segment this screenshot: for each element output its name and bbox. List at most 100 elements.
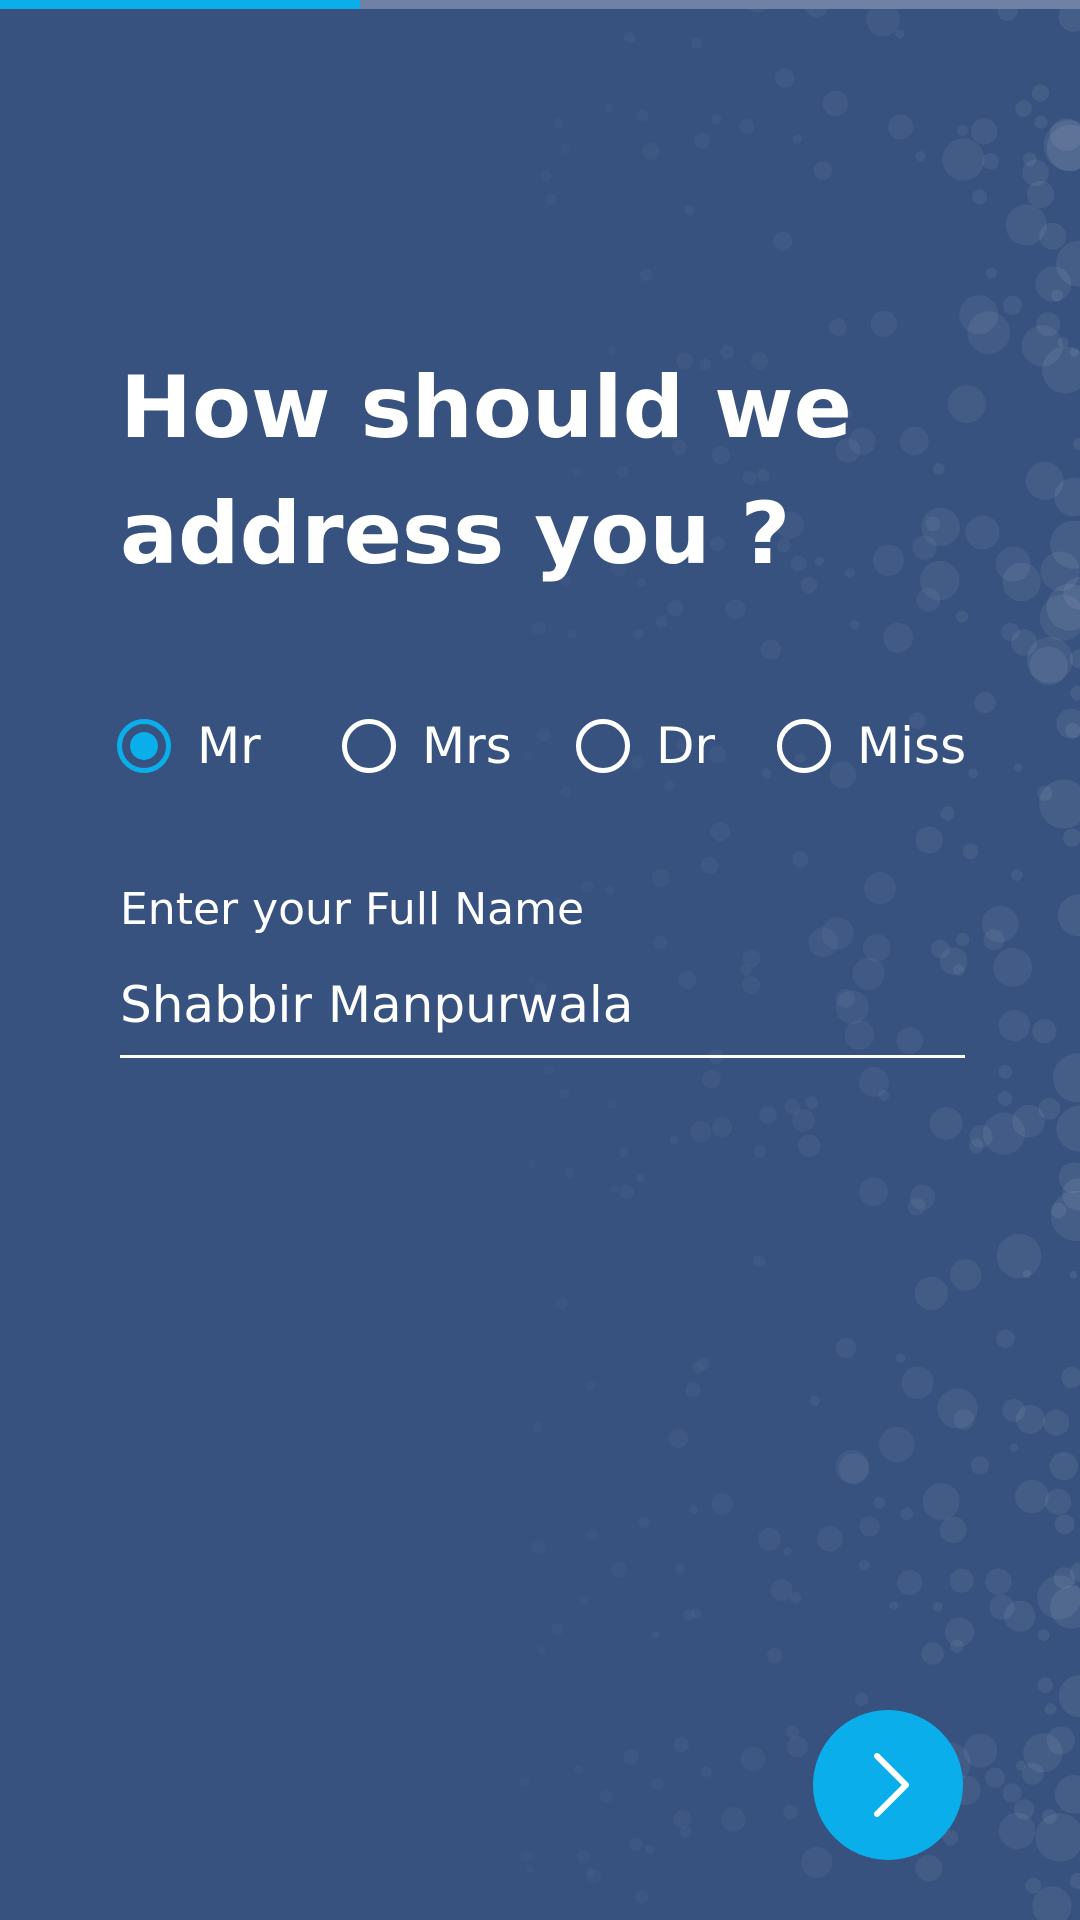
background-dot [1011, 869, 1023, 881]
background-dot [635, 1890, 648, 1903]
background-dot [520, 1850, 532, 1862]
background-dot [862, 934, 891, 962]
page-title: How should we address you ? [120, 345, 920, 597]
background-dot [998, 1812, 1036, 1850]
background-dot [985, 1568, 1012, 1595]
background-dot [519, 1777, 530, 1788]
background-dot [624, 1749, 639, 1764]
background-dot [692, 1362, 704, 1374]
background-dot [759, 1106, 777, 1124]
background-dot [932, 1601, 943, 1612]
background-dot [544, 1065, 555, 1076]
background-dot [942, 138, 985, 181]
background-dot [967, 311, 1010, 355]
background-dot [813, 161, 833, 180]
background-dot [560, 786, 571, 797]
background-dot [786, 1736, 808, 1758]
background-dot [604, 104, 613, 113]
background-dot [1037, 1677, 1053, 1693]
background-dot [1054, 1514, 1075, 1535]
background-dot [864, 872, 896, 905]
background-dot [859, 1516, 880, 1537]
background-dot [694, 133, 710, 149]
background-dot [553, 118, 563, 128]
background-dot [985, 267, 997, 279]
background-dot [760, 639, 781, 660]
background-dot [1031, 84, 1049, 102]
background-dot [805, 1096, 818, 1109]
background-dot [565, 1168, 575, 1178]
chevron-right-icon [874, 1753, 909, 1817]
background-dot [970, 1456, 990, 1475]
background-dot [586, 1529, 598, 1541]
background-dot [956, 932, 970, 947]
full-name-input[interactable] [120, 960, 965, 1058]
background-dot [939, 1516, 967, 1544]
radio-selected-dot [130, 732, 158, 760]
background-dot [559, 1089, 569, 1099]
background-dot [1002, 1783, 1022, 1803]
background-dot [909, 1184, 936, 1210]
background-dot [989, 1594, 1015, 1620]
background-dot [560, 144, 570, 154]
background-dot [949, 1568, 974, 1593]
background-dot [579, 1595, 589, 1605]
background-dot [1069, 1270, 1078, 1279]
background-dot [850, 620, 860, 630]
background-dot [1044, 1703, 1057, 1715]
radio-option-dr[interactable]: Dr [576, 716, 715, 776]
radio-label-dr: Dr [656, 717, 716, 775]
background-dot [656, 615, 668, 627]
radio-button-mr[interactable] [117, 719, 171, 773]
background-dot [533, 1422, 543, 1432]
radio-option-mrs[interactable]: Mrs [342, 716, 512, 776]
background-dot [949, 1259, 982, 1291]
radio-button-miss[interactable] [777, 719, 831, 773]
radio-button-mrs[interactable] [342, 719, 396, 773]
onboarding-screen: How should we address you ? Mr Mrs Dr Mi… [0, 0, 1080, 1920]
background-dot [1069, 1872, 1080, 1890]
background-dot [889, 1601, 899, 1611]
background-dot [985, 1767, 1006, 1788]
background-dot [1021, 1762, 1044, 1785]
background-dot [895, 29, 905, 39]
background-dot [940, 806, 955, 821]
background-dot [1044, 1488, 1072, 1515]
background-dot [642, 142, 660, 160]
background-dot [680, 1826, 692, 1838]
background-dot [900, 1507, 914, 1521]
background-dot [586, 1381, 595, 1390]
background-dot [637, 109, 649, 121]
background-dot [835, 1337, 857, 1359]
radio-option-mr[interactable]: Mr [117, 716, 261, 776]
background-dot [712, 1117, 732, 1137]
background-dot [652, 869, 670, 887]
background-dot [1058, 1675, 1080, 1718]
background-dot [1002, 562, 1041, 602]
background-dot [829, 318, 847, 337]
background-dot [920, 560, 960, 601]
background-dot [568, 628, 578, 638]
background-dot [998, 1010, 1030, 1042]
background-dot [1054, 1775, 1080, 1814]
background-dot [639, 1517, 650, 1528]
background-dot [670, 1136, 679, 1145]
background-dot [1010, 629, 1038, 656]
background-dot [895, 1353, 906, 1363]
background-dot [817, 1526, 843, 1552]
background-dot [931, 939, 950, 959]
background-dot [821, 917, 854, 950]
background-dot [711, 822, 731, 842]
background-dot [690, 1121, 711, 1142]
background-dot [944, 1617, 975, 1647]
radio-option-miss[interactable]: Miss [777, 716, 966, 776]
background-dot [640, 269, 652, 281]
background-dot [753, 1145, 767, 1158]
background-dot [870, 310, 897, 337]
background-dot [996, 1233, 1042, 1279]
progress-track [0, 0, 1080, 9]
radio-button-dr[interactable] [576, 719, 630, 773]
background-dot [691, 37, 703, 49]
next-button[interactable] [813, 1710, 963, 1860]
background-dot [873, 1496, 886, 1509]
